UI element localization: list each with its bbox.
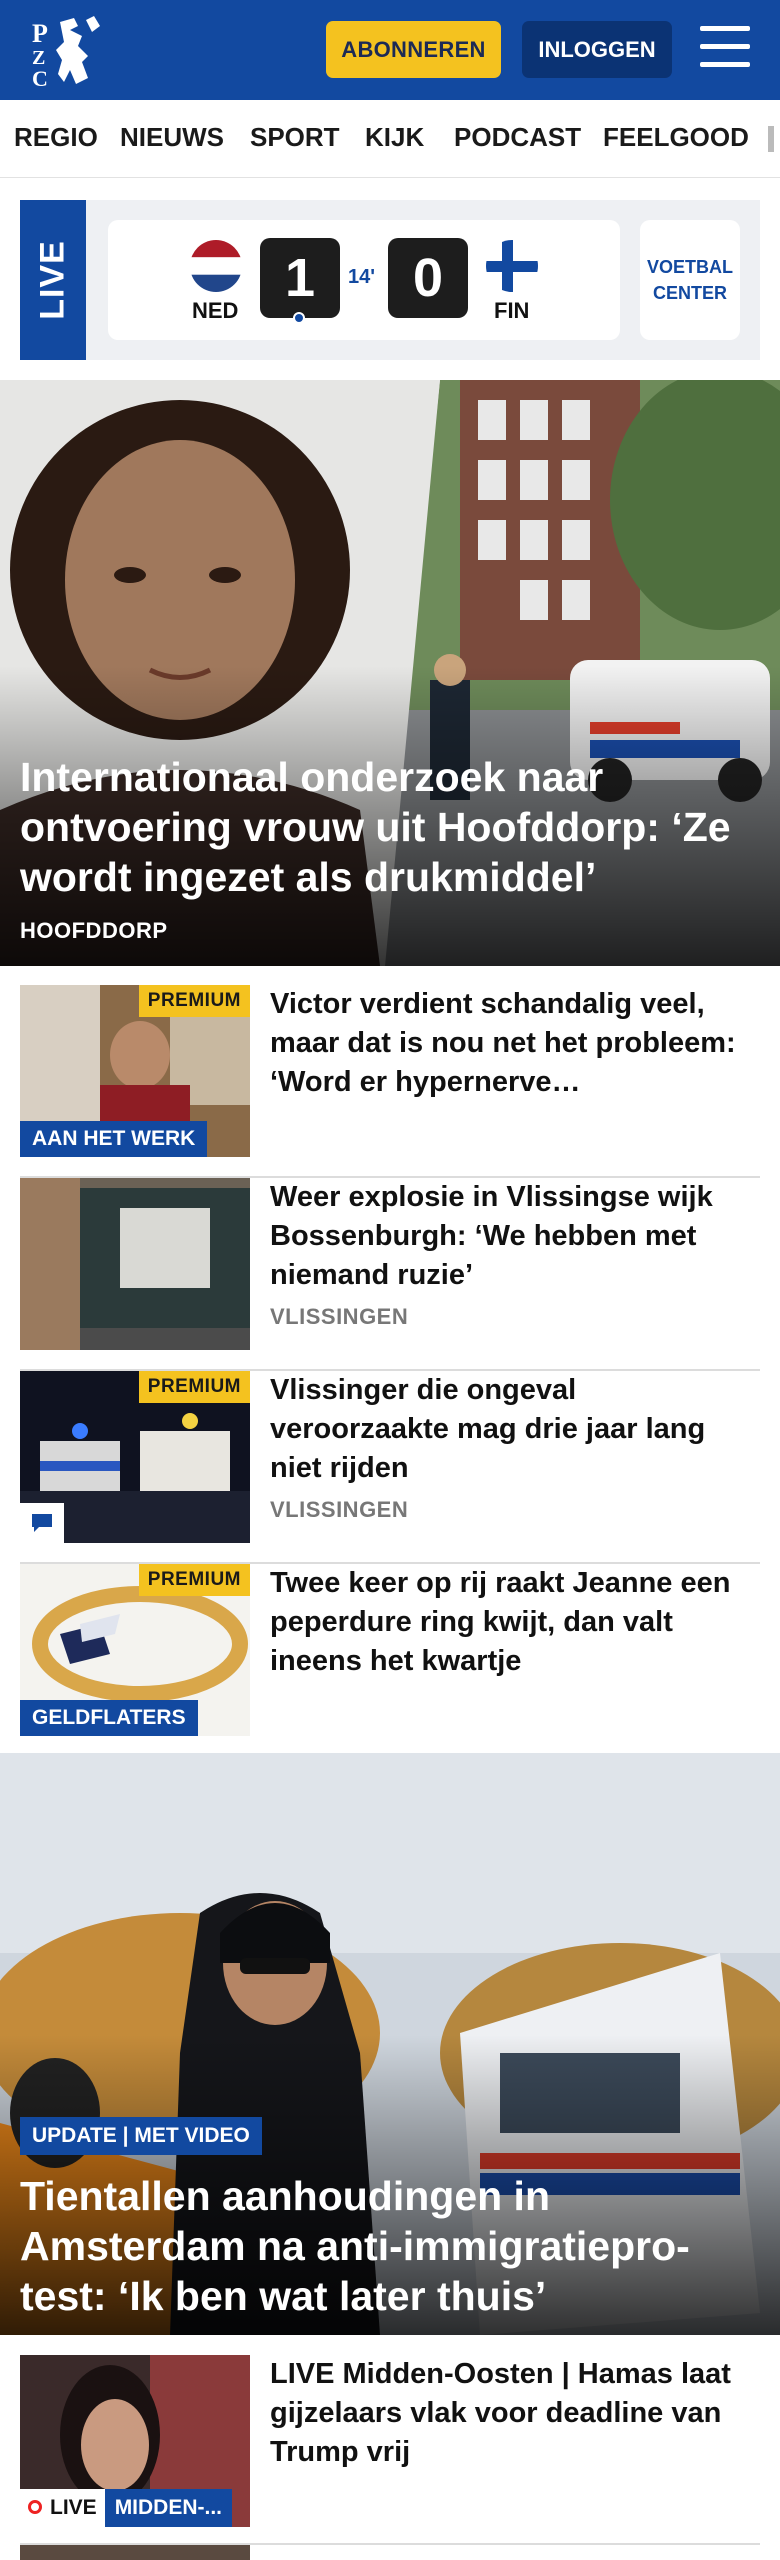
article-title[interactable]: Weer explosie in Vlissingse wijk Bossenb… xyxy=(270,1178,760,1295)
live-badge: LIVE MIDDEN-... xyxy=(20,2489,233,2527)
article-thumbnail xyxy=(20,1178,250,1350)
article-item[interactable]: PREMIUM Vlissinger die ongeval veroorzaa… xyxy=(20,1371,760,1564)
site-header: P Z C ABONNEREN INLOGGEN xyxy=(0,0,780,100)
article-location: VLISSINGEN xyxy=(270,1304,409,1329)
live-dot-icon xyxy=(28,2500,42,2514)
hero-article-2[interactable]: UPDATE | MET VIDEO Tientallen aanhouding… xyxy=(0,1753,780,2335)
voetbal-center-button[interactable]: VOETBAL CENTER xyxy=(640,220,740,340)
hamburger-menu-icon[interactable] xyxy=(700,24,750,70)
hero-article[interactable]: Internationaal onderzoek naar ontvoering… xyxy=(0,380,780,966)
article-thumbnail: LIVE MIDDEN-... xyxy=(20,2355,250,2527)
article-title[interactable]: Vlissinger die ongeval veroorzaakte mag … xyxy=(270,1371,760,1488)
svg-text:P: P xyxy=(32,19,48,48)
article-location: VLISSINGEN xyxy=(270,1497,409,1522)
article-thumbnail: PREMIUM GELDFLATERS xyxy=(20,1564,250,1736)
live-indicator-dot xyxy=(293,312,305,324)
section-nav: REGIO NIEUWS SPORT KIJK PODCAST FEELGOOD xyxy=(0,100,780,178)
article-thumbnail: PREMIUM AAN HET WERK xyxy=(20,985,250,1157)
premium-badge: PREMIUM xyxy=(138,1371,250,1403)
away-score: 0 xyxy=(388,238,468,318)
match-minute: 14' xyxy=(348,266,376,288)
finland-flag-icon xyxy=(486,240,538,292)
nav-item-nieuws[interactable]: NIEUWS xyxy=(120,122,224,153)
home-team-name: NED xyxy=(192,298,239,323)
next-article-partial xyxy=(20,2545,760,2560)
nav-item-regio[interactable]: REGIO xyxy=(14,122,98,153)
article-title[interactable]: LIVE Midden-Oosten | Hamas laat gijzelaa… xyxy=(270,2355,760,2472)
article-thumbnail: PREMIUM xyxy=(20,1371,250,1543)
svg-text:C: C xyxy=(32,66,48,88)
hero-location: HOOFDDORP xyxy=(20,918,168,943)
away-team-name: FIN xyxy=(494,298,530,323)
section-label: GELDFLATERS xyxy=(20,1700,198,1736)
nav-item-podcast[interactable]: PODCAST xyxy=(454,122,581,153)
nav-item-sport[interactable]: SPORT xyxy=(250,122,340,153)
premium-badge: PREMIUM xyxy=(138,1564,250,1596)
live-tag: LIVE xyxy=(20,200,86,360)
nav-item-kijk[interactable]: KIJK xyxy=(365,122,424,153)
article-item[interactable]: PREMIUM GELDFLATERS Twee keer op rij raa… xyxy=(20,1564,760,1757)
pzc-logo[interactable]: P Z C xyxy=(30,12,110,91)
article-title[interactable]: Twee keer op rij raakt Jeanne een peperd… xyxy=(270,1564,760,1681)
nav-overflow-indicator xyxy=(768,126,774,152)
live-score-widget: LIVE NED 1 14' 0 FIN VOETBAL CENTER xyxy=(20,200,760,360)
article-item[interactable]: Weer explosie in Vlissingse wijk Bossenb… xyxy=(20,1178,760,1371)
section-label: AAN HET WERK xyxy=(20,1121,208,1157)
home-score: 1 xyxy=(260,238,340,318)
article-item[interactable]: LIVE MIDDEN-... LIVE Midden-Oosten | Ham… xyxy=(20,2355,760,2545)
nav-item-feelgood[interactable]: FEELGOOD xyxy=(603,122,749,153)
hero-title[interactable]: Internationaal onderzoek naar ontvoering… xyxy=(20,752,760,902)
update-video-tag: UPDATE | MET VIDEO xyxy=(20,2117,262,2155)
article-item[interactable]: PREMIUM AAN HET WERK Victor verdient sch… xyxy=(20,985,760,1178)
hero2-title[interactable]: Tientallen aanhoudingen in Amsterdam na … xyxy=(20,2171,760,2321)
match-score-card[interactable]: NED 1 14' 0 FIN xyxy=(108,220,620,340)
login-button[interactable]: INLOGGEN xyxy=(522,21,672,78)
premium-badge: PREMIUM xyxy=(138,985,250,1017)
article-title[interactable]: Victor verdient schandalig veel, maar da… xyxy=(270,985,760,1102)
netherlands-flag-icon xyxy=(190,240,242,292)
comment-icon[interactable] xyxy=(20,1503,64,1543)
subscribe-button[interactable]: ABONNEREN xyxy=(326,21,501,78)
